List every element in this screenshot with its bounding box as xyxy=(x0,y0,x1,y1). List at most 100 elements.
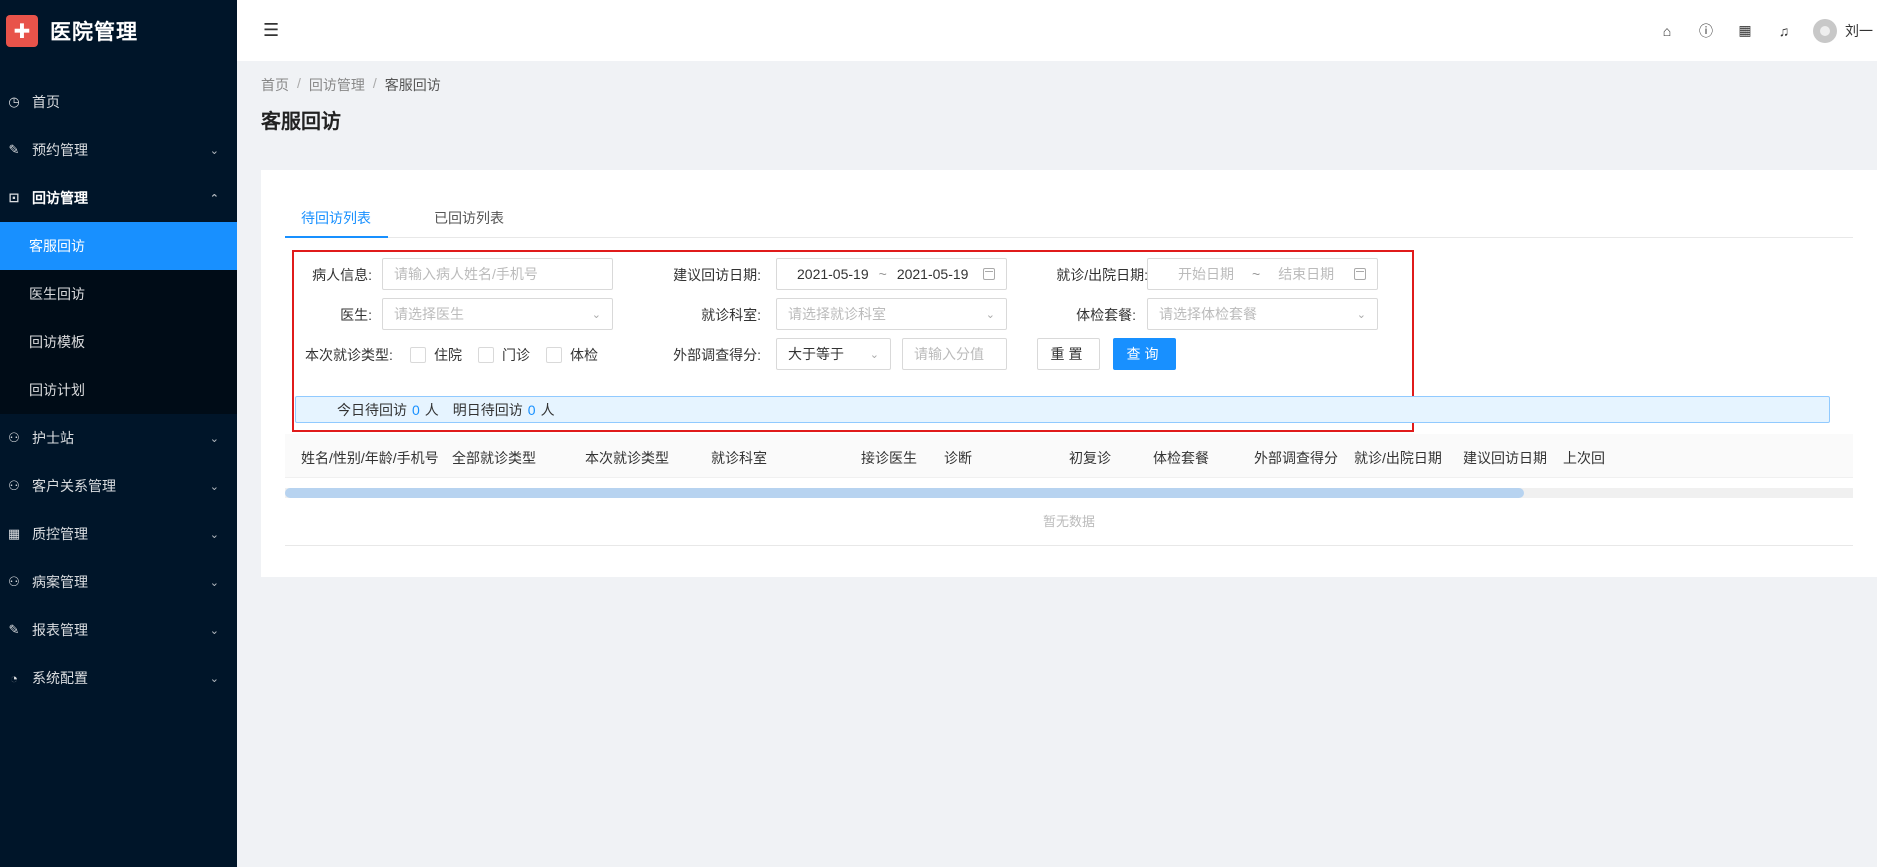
home-icon[interactable]: ⌂ xyxy=(1657,21,1677,41)
doctor-placeholder: 请选择医生 xyxy=(394,306,464,322)
today-unit: 人 xyxy=(424,401,439,418)
tabs: 待回访列表 已回访列表 xyxy=(285,196,1853,238)
reset-button[interactable]: 重置 xyxy=(1037,338,1100,370)
visit-date-range[interactable]: 开始日期 ~ 结束日期 xyxy=(1147,258,1378,290)
column-header: 就诊科室 xyxy=(711,450,767,466)
sidebar-item-records[interactable]: ⚇ 病案管理 ⌄ xyxy=(0,558,237,606)
visit-date-label: 就诊/出院日期: xyxy=(1056,267,1148,283)
sidebar-item-label: 客户关系管理 xyxy=(32,478,116,494)
package-select[interactable]: 请选择体检套餐 ⌄ xyxy=(1147,298,1378,330)
visit-type-inpatient[interactable]: 住院 xyxy=(410,345,462,365)
chevron-down-icon: ⌄ xyxy=(209,432,219,445)
table-header: 姓名/性别/年龄/手机号 全部就诊类型 本次就诊类型 就诊科室 接诊医生 诊断 … xyxy=(285,434,1853,478)
sidebar-item-service-followup[interactable]: 客服回访 xyxy=(0,222,237,270)
empty-state: 暂无数据 xyxy=(285,500,1853,546)
horizontal-scrollbar[interactable] xyxy=(285,488,1853,498)
column-header: 本次就诊类型 xyxy=(585,450,669,466)
column-header: 姓名/性别/年龄/手机号 xyxy=(301,450,439,466)
chevron-down-icon: ⌄ xyxy=(209,528,219,541)
range-separator: ~ xyxy=(878,266,887,282)
suggest-date-start[interactable]: 2021-05-19 xyxy=(797,266,869,282)
chevron-down-icon: ⌄ xyxy=(1356,308,1366,321)
apps-icon[interactable]: ▦ xyxy=(1735,21,1755,41)
doctor-select[interactable]: 请选择医生 ⌄ xyxy=(382,298,613,330)
checkbox-label: 体检 xyxy=(570,347,598,363)
chevron-down-icon: ⌄ xyxy=(869,348,879,361)
tomorrow-unit: 人 xyxy=(540,401,555,418)
sidebar-item-label: 病案管理 xyxy=(32,574,88,590)
sidebar-item-home[interactable]: ◷ 首页 xyxy=(0,78,237,126)
column-header: 体检套餐 xyxy=(1153,450,1209,466)
score-operator-select[interactable]: 大于等于 ⌄ xyxy=(776,338,891,370)
user-name[interactable]: 刘一 xyxy=(1845,21,1873,41)
sidebar-menu: ◷ 首页 ✎ 预约管理 ⌄ ⊡ 回访管理 ⌃ 客服回访 医生回访 回访模板 回访… xyxy=(0,78,237,702)
team-icon: ⚇ xyxy=(8,478,20,493)
chevron-down-icon: ⌄ xyxy=(985,308,995,321)
suggest-date-range[interactable]: 2021-05-19 ~ 2021-05-19 xyxy=(776,258,1007,290)
column-header: 诊断 xyxy=(944,450,972,466)
breadcrumb-home[interactable]: 首页 xyxy=(261,75,289,95)
package-label: 体检套餐: xyxy=(1076,307,1136,323)
edit-icon: ✎ xyxy=(8,142,20,157)
calendar-icon xyxy=(1354,268,1366,280)
checkbox[interactable] xyxy=(546,347,562,363)
question-icon[interactable]: ⓘ xyxy=(1696,21,1716,41)
score-placeholder: 请输入分值 xyxy=(914,346,984,362)
visit-type-checkup[interactable]: 体检 xyxy=(546,345,598,365)
logo[interactable]: ✚ 医院管理 xyxy=(0,0,237,62)
chevron-down-icon: ⌄ xyxy=(209,624,219,637)
scroll-thumb[interactable] xyxy=(285,488,1524,498)
breadcrumb-followup[interactable]: 回访管理 xyxy=(309,75,365,95)
score-label: 外部调查得分: xyxy=(673,347,761,363)
column-header: 上次回 xyxy=(1563,450,1605,466)
visit-type-outpatient[interactable]: 门诊 xyxy=(478,345,530,365)
sidebar-item-followup-plan[interactable]: 回访计划 xyxy=(0,366,237,414)
sidebar-item-reports[interactable]: ✎ 报表管理 ⌄ xyxy=(0,606,237,654)
content-card: 待回访列表 已回访列表 病人信息: 请输入病人姓名/手机号 建议回访日期: 20… xyxy=(261,170,1877,577)
user-icon: ⚇ xyxy=(8,430,20,445)
sidebar-item-nurse-station[interactable]: ⚇ 护士站 ⌄ xyxy=(0,414,237,462)
patient-info-input[interactable]: 请输入病人姓名/手机号 xyxy=(382,258,613,290)
sidebar-item-doctor-followup[interactable]: 医生回访 xyxy=(0,270,237,318)
chevron-down-icon: ⌄ xyxy=(209,144,219,157)
sidebar: ✚ 医院管理 ◷ 首页 ✎ 预约管理 ⌄ ⊡ 回访管理 ⌃ 客服回访 医生回访 … xyxy=(0,0,237,867)
tab-done[interactable]: 已回访列表 xyxy=(434,208,504,228)
checkbox[interactable] xyxy=(478,347,494,363)
breadcrumb-current: 客服回访 xyxy=(384,77,441,93)
column-header: 初复诊 xyxy=(1069,450,1111,466)
suggest-date-end[interactable]: 2021-05-19 xyxy=(897,266,983,282)
query-button[interactable]: 查询 xyxy=(1113,338,1176,370)
tab-ink-bar xyxy=(285,236,388,238)
avatar[interactable] xyxy=(1813,18,1837,43)
package-placeholder: 请选择体检套餐 xyxy=(1159,306,1257,322)
sidebar-item-followup[interactable]: ⊡ 回访管理 ⌃ xyxy=(0,174,237,222)
breadcrumb: 首页 / 回访管理 / 客服回访 xyxy=(261,75,441,95)
sidebar-item-label: 报表管理 xyxy=(32,622,88,638)
dept-select[interactable]: 请选择就诊科室 ⌄ xyxy=(776,298,1007,330)
followup-summary: 今日待回访 0 人 明日待回访 0 人 xyxy=(295,396,1830,423)
sidebar-item-crm[interactable]: ⚇ 客户关系管理 ⌄ xyxy=(0,462,237,510)
tab-pending[interactable]: 待回访列表 xyxy=(301,208,371,228)
score-input[interactable]: 请输入分值 xyxy=(902,338,1007,370)
score-operator-value: 大于等于 xyxy=(788,346,844,362)
checkbox[interactable] xyxy=(410,347,426,363)
patient-info-label: 病人信息: xyxy=(312,267,372,283)
followup-submenu: 客服回访 医生回访 回访模板 回访计划 xyxy=(0,222,237,414)
visit-date-end[interactable]: 结束日期 xyxy=(1278,264,1354,284)
sidebar-item-followup-template[interactable]: 回访模板 xyxy=(0,318,237,366)
menu-fold-icon[interactable]: ☰ xyxy=(263,20,283,40)
chevron-down-icon: ⌄ xyxy=(209,672,219,685)
edit-icon: ✎ xyxy=(8,622,20,637)
visit-date-start[interactable]: 开始日期 xyxy=(1178,264,1234,284)
column-header: 外部调查得分 xyxy=(1254,450,1338,466)
breadcrumb-separator: / xyxy=(372,75,377,91)
sidebar-item-appointment[interactable]: ✎ 预约管理 ⌄ xyxy=(0,126,237,174)
chevron-down-icon: ⌄ xyxy=(209,480,219,493)
sidebar-item-label: 首页 xyxy=(32,94,60,110)
bell-icon[interactable]: ♫ xyxy=(1774,21,1794,41)
sidebar-item-quality[interactable]: ▦ 质控管理 ⌄ xyxy=(0,510,237,558)
column-header: 接诊医生 xyxy=(861,450,917,466)
sidebar-item-system[interactable]: ◔ 系统配置 ⌄ xyxy=(0,654,237,702)
sidebar-item-label: 护士站 xyxy=(32,430,74,446)
column-header: 就诊/出院日期 xyxy=(1354,450,1442,466)
